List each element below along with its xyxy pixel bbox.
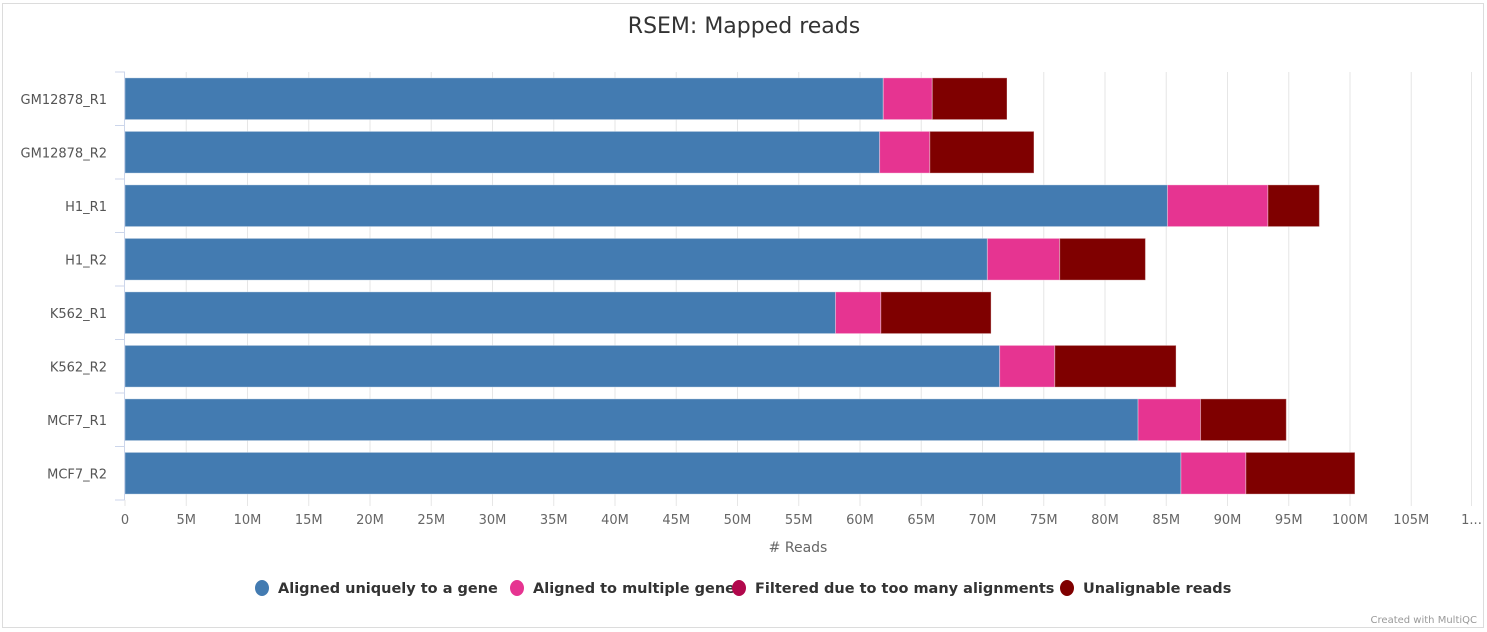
bar-segment: [1054, 344, 1177, 388]
bar-chart: RSEM: Mapped reads GM12878_R1 GM12878_R2 H…: [21, 14, 1482, 626]
x-axis: 0 5M 10M 15M 20M 25M 30M 35M 40M 45M 50M 55M 60M 65M 7…: [121, 500, 1482, 528]
legend-marker-icon: [255, 580, 269, 596]
x-tick-label: 25M: [417, 513, 445, 528]
x-tick-label: 70M: [969, 513, 997, 528]
bar-segment: [124, 451, 1182, 495]
bar-segment: [1267, 184, 1320, 228]
chart-title: RSEM: Mapped reads: [628, 14, 860, 39]
x-tick-label: 90M: [1214, 513, 1242, 528]
x-tick-label: 30M: [479, 513, 507, 528]
x-tick-label: 0: [121, 513, 129, 528]
bar-segment: [835, 291, 882, 335]
x-tick-label: 85M: [1152, 513, 1180, 528]
bar-segment: [1180, 451, 1247, 495]
bar-segment: [880, 291, 992, 335]
bar-segment: [1166, 184, 1269, 228]
y-axis: GM12878_R1 GM12878_R2 H1_R1 H1_R2 K562_R1 K56…: [21, 71, 125, 501]
legend-marker-icon: [1060, 580, 1074, 596]
category-label: K562_R1: [50, 307, 107, 322]
bar-segment: [986, 237, 1061, 281]
bar-segment: [124, 77, 884, 121]
x-axis-title: # Reads: [769, 540, 828, 556]
bar-segment: [124, 184, 1168, 228]
x-tick-label: 10M: [234, 513, 262, 528]
x-tick-label: 105M: [1393, 513, 1429, 528]
bar-segment: [124, 344, 1001, 388]
bars: [124, 77, 1356, 495]
bar-segment: [929, 130, 1035, 174]
legend-item-label: Aligned to multiple genes: [533, 581, 744, 597]
x-tick-label: 60M: [846, 513, 874, 528]
x-tick-label: 35M: [540, 513, 568, 528]
x-tick-label: 45M: [662, 513, 690, 528]
legend-item-label: Unalignable reads: [1083, 581, 1231, 597]
credits-text[interactable]: Created with MultiQC: [1371, 615, 1477, 626]
x-tick-label: 20M: [356, 513, 384, 528]
legend-marker-icon: [510, 580, 524, 596]
bar-segment: [1059, 237, 1146, 281]
x-tick-label: 80M: [1091, 513, 1119, 528]
legend: Aligned uniquely to a gene Aligned to mul…: [255, 580, 1231, 597]
x-tick-label: 55M: [785, 513, 813, 528]
chart-container: RSEM: Mapped reads GM12878_R1 GM12878_R2 H…: [2, 3, 1484, 628]
x-tick-label: 100M: [1332, 513, 1368, 528]
category-label: GM12878_R2: [21, 146, 107, 161]
x-tick-label: 5M: [177, 513, 197, 528]
category-label: K562_R2: [50, 360, 107, 375]
x-tick-label: 40M: [601, 513, 629, 528]
x-tick-label: 75M: [1030, 513, 1058, 528]
bar-segment: [124, 130, 881, 174]
bar-segment: [882, 77, 933, 121]
bar-segment: [1245, 451, 1356, 495]
bar-segment: [999, 344, 1056, 388]
bar-segment: [1137, 398, 1202, 442]
bar-segment: [879, 130, 931, 174]
category-label: H1_R1: [65, 200, 107, 215]
legend-item-label: Filtered due to too many alignments: [755, 581, 1054, 597]
category-label: H1_R2: [65, 253, 107, 268]
x-tick-label: 95M: [1275, 513, 1303, 528]
category-label: MCF7_R1: [47, 414, 107, 429]
bar-segment: [124, 237, 988, 281]
x-tick-label: 1...: [1461, 513, 1482, 528]
bar-segment: [931, 77, 1008, 121]
x-tick-label: 65M: [907, 513, 935, 528]
legend-marker-icon: [732, 580, 746, 596]
category-label: GM12878_R1: [21, 93, 107, 108]
x-tick-label: 15M: [295, 513, 323, 528]
x-tick-label: 50M: [724, 513, 752, 528]
bar-segment: [124, 398, 1139, 442]
legend-item-label: Aligned uniquely to a gene: [278, 581, 498, 597]
bar-segment: [1200, 398, 1287, 442]
category-label: MCF7_R2: [47, 467, 107, 482]
bar-segment: [124, 291, 836, 335]
